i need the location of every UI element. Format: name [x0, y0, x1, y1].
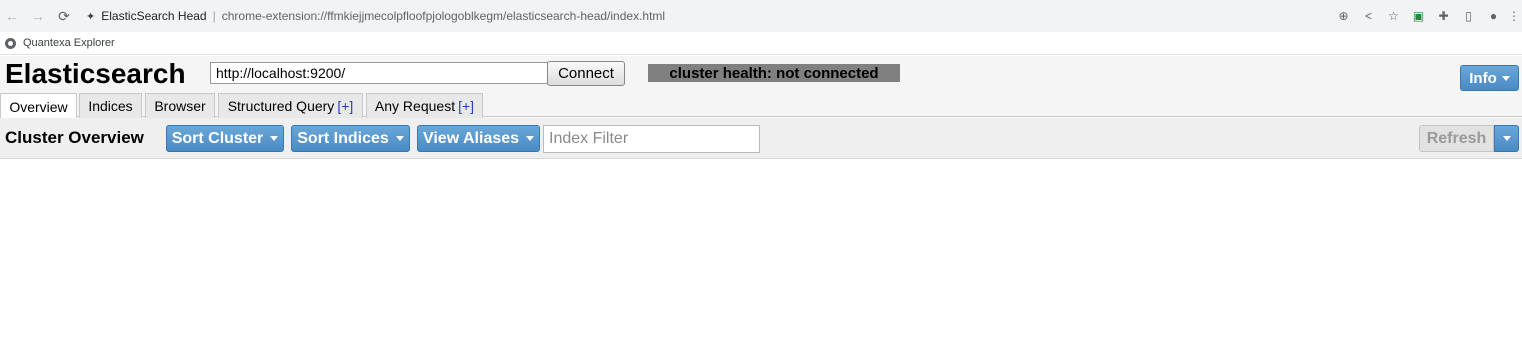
refresh-button[interactable]: Refresh: [1419, 125, 1494, 152]
tab-label: Browser: [154, 98, 206, 114]
extension-page-icon: ✦: [86, 10, 96, 23]
zoom-icon[interactable]: ⊕: [1331, 4, 1356, 28]
app-title: Elasticsearch: [5, 58, 186, 89]
address-bar[interactable]: ✦ ElasticSearch Head | chrome-extension:…: [78, 4, 1400, 28]
chevron-down-icon: [395, 136, 404, 141]
chevron-down-icon: [270, 136, 279, 141]
page-title: Cluster Overview: [5, 128, 144, 147]
chevron-down-icon: [526, 136, 535, 141]
bookmarks-bar: Quantexa Explorer: [0, 32, 1522, 55]
tab-overview[interactable]: Overview: [0, 93, 77, 119]
refresh-interval-dropdown[interactable]: [1494, 125, 1519, 152]
info-button-label: Info: [1469, 69, 1497, 87]
connect-button[interactable]: Connect: [547, 61, 625, 86]
tab-any-request[interactable]: Any Request [+]: [366, 93, 483, 118]
tab-plus: [+]: [337, 98, 354, 114]
star-icon[interactable]: ☆: [1381, 4, 1406, 28]
back-icon[interactable]: ←: [0, 4, 24, 28]
cluster-overview-toolbar: Cluster Overview Sort Cluster Sort Indic…: [0, 118, 1522, 159]
tab-browser[interactable]: Browser: [145, 93, 215, 118]
tab-indices[interactable]: Indices: [79, 93, 142, 118]
bookmark-quantexa-explorer[interactable]: Quantexa Explorer: [23, 37, 115, 49]
address-separator: |: [212, 9, 216, 23]
tab-bar: Overview Indices Browser Structured Quer…: [0, 92, 1522, 119]
extension-icon[interactable]: ▣: [1406, 4, 1431, 28]
tab-plus: [+]: [458, 98, 475, 114]
tab-label: Any Request: [374, 98, 456, 114]
sort-indices-button[interactable]: Sort Indices: [291, 125, 410, 152]
sort-cluster-label: Sort Cluster: [171, 129, 264, 147]
cluster-health-status: cluster health: not connected: [648, 64, 900, 82]
view-aliases-label: View Aliases: [422, 129, 520, 147]
browser-toolbar: ← → ⟳ ✦ ElasticSearch Head | chrome-exte…: [0, 0, 1522, 32]
tab-label: Structured Query: [227, 98, 335, 114]
sort-cluster-button[interactable]: Sort Cluster: [166, 125, 284, 152]
profile-icon[interactable]: ●: [1481, 4, 1506, 28]
app-header: Elasticsearch Connect cluster health: no…: [0, 56, 1522, 92]
menu-icon[interactable]: ⋮: [1506, 4, 1522, 28]
index-filter-input[interactable]: [543, 125, 760, 153]
info-button[interactable]: Info: [1460, 65, 1519, 91]
puzzle-icon[interactable]: ✚: [1431, 4, 1456, 28]
site-name: ElasticSearch Head: [101, 9, 207, 23]
sidepanel-icon[interactable]: ▯: [1456, 4, 1481, 28]
cluster-url-input[interactable]: [210, 62, 548, 84]
globe-icon: [5, 37, 16, 49]
tab-structured-query[interactable]: Structured Query [+]: [218, 93, 363, 118]
sort-indices-label: Sort Indices: [297, 129, 389, 147]
chevron-down-icon: [1501, 75, 1510, 81]
view-aliases-button[interactable]: View Aliases: [417, 125, 540, 152]
forward-icon[interactable]: →: [26, 4, 50, 28]
reload-icon[interactable]: ⟳: [52, 4, 76, 28]
tab-label: Overview: [9, 98, 68, 115]
browser-actions: ⊕ < ☆ ▣ ✚ ▯ ● ⋮: [1331, 4, 1522, 28]
chevron-down-icon: [1502, 136, 1511, 141]
url-text: chrome-extension://ffmkiejjmecolpfloofpj…: [221, 9, 666, 23]
share-icon[interactable]: <: [1356, 4, 1381, 28]
tab-label: Indices: [88, 98, 133, 114]
